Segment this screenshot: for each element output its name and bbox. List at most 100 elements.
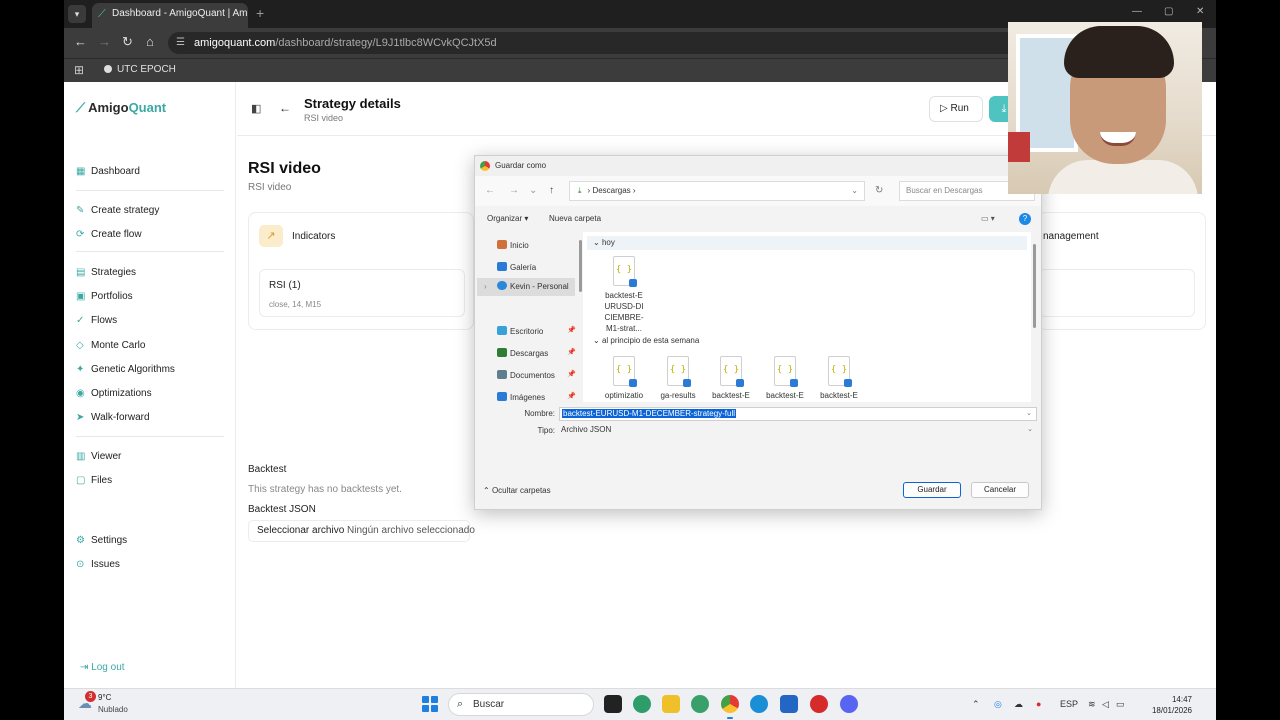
management-item[interactable]: [1039, 269, 1195, 317]
help-icon[interactable]: ?: [1019, 213, 1031, 225]
sidebar-item-optimizations[interactable]: ◉ Optimizations: [76, 384, 224, 404]
file-item[interactable]: { } backtest-E: [758, 356, 812, 401]
windows-start-icon[interactable]: [422, 696, 438, 712]
nav-imagenes[interactable]: Imágenes: [497, 392, 545, 402]
file-select-button[interactable]: Seleccionar archivo: [257, 525, 344, 536]
hide-folders-toggle[interactable]: ⌃ Ocultar carpetas: [483, 486, 551, 495]
file-item[interactable]: { } ga-results: [651, 356, 705, 401]
sidebar-item-monte-carlo[interactable]: ◇ Monte Carlo: [76, 336, 224, 356]
sidebar-item-files[interactable]: ▢ Files: [76, 471, 224, 491]
sidebar-item-label: Viewer: [91, 451, 122, 462]
tray-chevron-up-icon[interactable]: ⌃: [972, 699, 980, 710]
weather-desc[interactable]: Nublado: [98, 705, 128, 714]
weather-temp[interactable]: 9°C: [98, 693, 111, 702]
nav-onedrive-personal[interactable]: › Kevin - Personal: [477, 278, 575, 296]
dialog-back-icon[interactable]: ←: [485, 185, 495, 196]
input-language[interactable]: ESP: [1060, 699, 1078, 709]
close-window-icon[interactable]: ✕: [1196, 6, 1204, 17]
indicator-item[interactable]: RSI (1) close, 14, M15: [259, 269, 465, 317]
volume-icon[interactable]: ◁: [1102, 699, 1109, 710]
taskbar-clock[interactable]: 14:47 18/01/2026: [1120, 694, 1192, 716]
sidebar-item-strategies[interactable]: ▤ Strategies: [76, 263, 224, 283]
forward-icon[interactable]: →: [98, 35, 111, 49]
nav-galeria[interactable]: Galería: [497, 262, 536, 272]
group-header-this-week[interactable]: ⌄ al principio de esta semana: [593, 336, 699, 345]
filename-input[interactable]: backtest-EURUSD-M1-DECEMBER-strategy-ful…: [559, 407, 1037, 421]
weather-badge: 3: [85, 691, 96, 702]
file-name: ga-results: [660, 391, 696, 400]
dialog-up-icon[interactable]: ↑: [549, 185, 554, 196]
sidebar-item-issues[interactable]: ⊙ Issues: [76, 555, 224, 575]
file-list-scrollbar[interactable]: [1033, 244, 1036, 328]
filename-chevron-down-icon[interactable]: ⌄: [1026, 408, 1032, 420]
sidebar-item-settings[interactable]: ⚙ Settings: [76, 531, 224, 551]
home-icon[interactable]: ⌂: [146, 35, 154, 49]
download-folder-icon: ⤓: [578, 186, 582, 195]
file-item[interactable]: { } optimizatio: [597, 356, 651, 401]
app-icon[interactable]: [810, 695, 828, 713]
nav-descargas[interactable]: Descargas: [497, 348, 548, 358]
reload-icon[interactable]: ↻: [122, 35, 133, 49]
app-icon[interactable]: [633, 695, 651, 713]
path-chevron-down-icon[interactable]: ⌄: [851, 182, 858, 200]
tray-sync-icon[interactable]: ◎: [994, 699, 1002, 710]
apps-grid-icon[interactable]: ⊞: [74, 63, 84, 77]
json-file-icon: { }: [613, 356, 637, 387]
sidebar-toggle-icon[interactable]: ◧: [251, 102, 261, 115]
url-host: amigoquant.com: [194, 37, 276, 49]
nav-documentos[interactable]: Documentos: [497, 370, 555, 380]
sidebar-item-create-strategy[interactable]: ✎ Create strategy: [76, 201, 224, 221]
run-button[interactable]: ▷ Run: [929, 96, 983, 122]
store-icon[interactable]: [780, 695, 798, 713]
logout-link[interactable]: ⇥ Log out: [80, 662, 125, 673]
sidebar-item-create-flow[interactable]: ⟳ Create flow: [76, 225, 224, 245]
wifi-icon[interactable]: ≋: [1088, 699, 1096, 710]
dialog-recent-icon[interactable]: ⌄: [529, 185, 537, 196]
view-options-icon[interactable]: ▭ ▾: [981, 214, 995, 223]
tray-mic-icon[interactable]: ●: [1036, 699, 1041, 709]
discord-icon[interactable]: [840, 695, 858, 713]
cancel-button[interactable]: Cancelar: [971, 482, 1029, 498]
brand-logo[interactable]: ⟋ AmigoQuant: [76, 100, 166, 116]
file-item[interactable]: { } backtest-E URUSD-DI CIEMBRE- M1-stra…: [597, 256, 651, 334]
file-item[interactable]: { } backtest-E: [812, 356, 866, 401]
bookmark-utc-epoch[interactable]: UTC EPOCH: [104, 64, 176, 75]
nav-pane-scrollbar[interactable]: [579, 240, 582, 292]
maximize-icon[interactable]: ▢: [1164, 6, 1173, 17]
sidebar-item-genetic-algorithms[interactable]: ✦ Genetic Algorithms: [76, 360, 224, 380]
new-folder-button[interactable]: Nueva carpeta: [549, 214, 601, 223]
minimize-icon[interactable]: —: [1132, 6, 1142, 17]
sidebar-item-flows[interactable]: ✓ Flows: [76, 311, 224, 331]
dialog-titlebar[interactable]: Guardar como: [475, 156, 1041, 176]
file-type-select[interactable]: Archivo JSON ⌄: [559, 423, 1037, 437]
sidebar-item-dashboard[interactable]: ▦ Dashboard: [76, 162, 224, 182]
task-view-icon[interactable]: [604, 695, 622, 713]
back-icon[interactable]: ←: [74, 35, 87, 49]
tray-cloud-icon[interactable]: ☁: [1014, 699, 1023, 710]
chrome-icon[interactable]: [721, 695, 739, 719]
sidebar-item-portfolios[interactable]: ▣ Portfolios: [76, 287, 224, 307]
tab-search-icon[interactable]: ▾: [68, 5, 86, 23]
organize-menu[interactable]: Organizar ▾: [487, 214, 528, 223]
new-tab-icon[interactable]: +: [256, 6, 264, 20]
file-item[interactable]: { } backtest-E: [704, 356, 758, 401]
save-button[interactable]: Guardar: [903, 482, 961, 498]
taskbar-search[interactable]: ⌕ Buscar: [448, 693, 594, 716]
sidebar-item-walk-forward[interactable]: ➤ Walk-forward: [76, 408, 224, 428]
backtest-file-input[interactable]: Seleccionar archivo Ningún archivo selec…: [248, 520, 475, 542]
app-icon[interactable]: [691, 695, 709, 713]
dialog-title: Guardar como: [495, 161, 547, 170]
dialog-forward-icon[interactable]: →: [509, 185, 519, 196]
nav-inicio[interactable]: Inicio: [497, 240, 529, 250]
file-explorer-icon[interactable]: [662, 695, 680, 713]
address-bar[interactable]: ☰ amigoquant.com/dashboard/strategy/L9J1…: [168, 32, 1028, 54]
site-info-icon[interactable]: ☰: [176, 32, 185, 54]
group-header-today[interactable]: ⌄ hoy: [587, 236, 1027, 250]
back-arrow-icon[interactable]: ←: [279, 101, 291, 115]
edge-icon[interactable]: [750, 695, 768, 713]
dialog-path-bar[interactable]: ⤓ › Descargas › ⌄: [569, 181, 865, 201]
sidebar-item-viewer[interactable]: ▥ Viewer: [76, 447, 224, 467]
dialog-refresh-icon[interactable]: ↻: [875, 185, 883, 196]
browser-tab[interactable]: ⟋ Dashboard - AmigoQuant | Am ×: [92, 3, 248, 28]
nav-escritorio[interactable]: Escritorio: [497, 326, 543, 336]
